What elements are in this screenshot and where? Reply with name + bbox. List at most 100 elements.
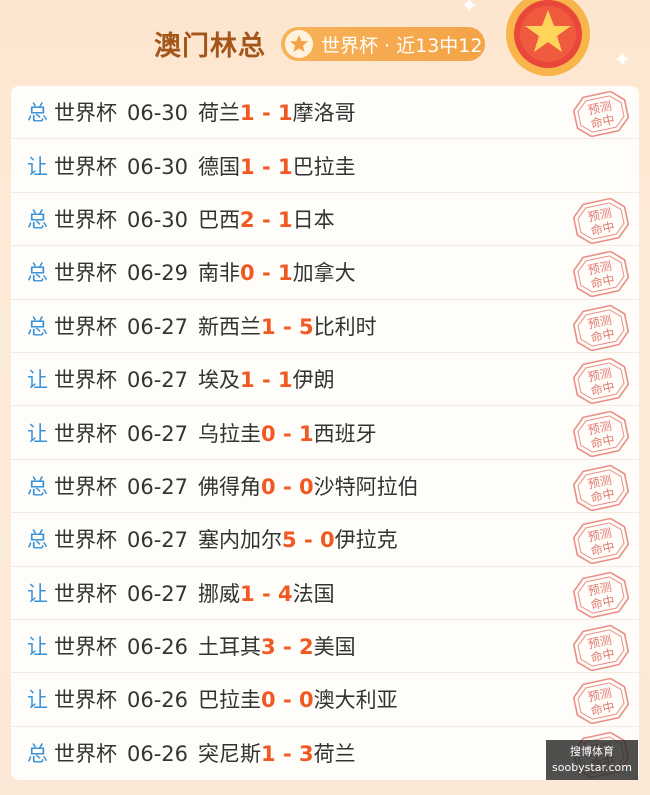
match-info: 世界杯 06-26 突尼斯1 - 3荷兰 [54,738,356,768]
match-info: 世界杯 06-27 埃及1 - 1伊朗 [54,364,335,394]
away-team: 美国 [313,635,356,660]
prediction-hit-stamp: 预测命中 [573,411,629,458]
match-date: 06-27 [127,314,189,339]
bet-type-label: 让 [27,368,48,393]
home-team: 南非 [198,261,241,286]
match-info: 世界杯 06-27 塞内加尔5 - 0伊拉克 [54,524,398,554]
match-date: 06-26 [127,688,189,713]
bet-type-label: 让 [27,581,48,606]
prediction-hit-stamp: 预测命中 [573,251,629,298]
home-team: 埃及 [198,368,241,393]
home-team: 塞内加尔 [198,528,283,553]
match-date: 06-27 [127,528,189,553]
match-score: 1 - 1 [240,368,293,393]
match-info: 世界杯 06-27 佛得角0 - 0沙特阿拉伯 [54,471,419,501]
prediction-hit-stamp: 预测命中 [573,678,629,725]
match-info: 世界杯 06-30 巴西2 - 1日本 [54,204,335,234]
away-team: 法国 [292,581,335,606]
match-date: 06-26 [127,742,189,767]
league-label: 世界杯 [54,314,117,339]
league-label: 世界杯 [54,742,117,767]
match-score: 1 - 1 [240,101,293,126]
match-info: 世界杯 06-30 德国1 - 1巴拉圭 [54,151,356,181]
match-date: 06-30 [127,101,189,126]
match-list: 总世界杯 06-30 荷兰1 - 1摩洛哥 预测 命中让世界杯 06-30 德国1 - 1巴… [11,86,639,780]
match-info: 世界杯 06-29 南非0 - 1加拿大 [54,257,356,287]
away-team: 摩洛哥 [292,101,356,126]
match-date: 06-27 [127,581,189,606]
away-team: 沙特阿拉伯 [313,474,419,499]
prediction-hit-stamp: 预测命中 [573,464,629,511]
league-label: 世界杯 [54,688,117,713]
bet-type-label: 总 [27,314,48,339]
match-score: 1 - 3 [261,742,314,767]
match-row[interactable]: 总世界杯 06-29 南非0 - 1加拿大 预测 命中 [11,246,639,300]
prediction-hit-stamp: 预测命中 [573,624,629,671]
match-info: 世界杯 06-27 乌拉圭0 - 1西班牙 [54,418,377,448]
match-row[interactable]: 总世界杯 06-30 荷兰1 - 1摩洛哥 预测 命中 [11,86,639,140]
bet-type-label: 总 [27,528,48,553]
bet-type-label: 总 [27,207,48,232]
match-score: 1 - 1 [240,154,293,179]
match-row[interactable]: 总世界杯 06-27 新西兰1 - 5比利时 预测 命中 [11,300,639,353]
match-row[interactable]: 让世界杯 06-30 德国1 - 1巴拉圭 [11,139,639,193]
match-score: 3 - 2 [261,635,314,660]
match-row[interactable]: 总世界杯 06-27 佛得角0 - 0沙特阿拉伯 预测 命中 [11,460,639,514]
sparkle-icon: ✦ [613,48,632,73]
match-score: 0 - 1 [240,261,293,286]
prediction-hit-stamp: 预测命中 [573,571,629,618]
page-title: 澳门林总 [154,31,266,62]
sparkle-icon: ✦ [460,0,479,19]
match-row[interactable]: 让世界杯 06-27 乌拉圭0 - 1西班牙 预测 命中 [11,406,639,460]
league-label: 世界杯 [54,474,117,499]
match-score: 1 - 4 [240,581,293,606]
league-label: 世界杯 [54,261,117,286]
prediction-hit-stamp: 预测命中 [573,518,629,565]
away-team: 比利时 [313,314,377,339]
match-date: 06-27 [127,421,189,446]
prediction-hit-stamp: 预测命中 [573,197,629,244]
header: 澳门林总 世界杯 · 近13中12 ✦ ✦ [0,0,650,86]
match-row[interactable]: 总世界杯 06-30 巴西2 - 1日本 预测 命中 [11,193,639,247]
match-row[interactable]: 总世界杯 06-27 塞内加尔5 - 0伊拉克 预测 命中 [11,513,639,567]
home-team: 土耳其 [198,635,262,660]
away-team: 澳大利亚 [313,688,398,713]
star-icon [285,30,313,58]
match-score: 1 - 5 [261,314,314,339]
watermark: 搜博体育 soobystar.com [546,740,638,780]
league-label: 世界杯 [54,207,117,232]
away-team: 西班牙 [313,421,377,446]
prediction-hit-stamp: 预测命中 [573,91,629,137]
match-row[interactable]: 让世界杯 06-27 埃及1 - 1伊朗 预测 命中 [11,353,639,407]
bet-type-label: 总 [27,474,48,499]
match-info: 世界杯 06-27 挪威1 - 4法国 [54,578,335,608]
home-team: 荷兰 [198,101,241,126]
bet-type-label: 总 [27,742,48,767]
bet-type-label: 总 [27,261,48,286]
away-team: 日本 [292,207,335,232]
medal-icon [506,0,590,76]
match-score: 0 - 0 [261,474,314,499]
away-team: 荷兰 [313,742,356,767]
bet-type-label: 让 [27,635,48,660]
league-label: 世界杯 [54,368,117,393]
away-team: 加拿大 [292,261,356,286]
prediction-hit-stamp: 预测命中 [573,304,629,351]
match-row[interactable]: 总世界杯06-26突尼斯1 - 3荷兰预测命中 [11,727,639,780]
match-date: 06-30 [127,154,189,179]
match-info: 世界杯 06-26 土耳其3 - 2美国 [54,631,356,661]
match-date: 06-27 [127,368,189,393]
match-row[interactable]: 让世界杯 06-26 土耳其3 - 2美国 预测 命中 [11,620,639,674]
bet-type-label: 总 [27,101,48,126]
away-team: 伊朗 [292,368,335,393]
home-team: 挪威 [198,581,241,606]
match-row[interactable]: 让世界杯 06-27 挪威1 - 4法国 预测 命中 [11,567,639,620]
match-date: 06-27 [127,474,189,499]
home-team: 佛得角 [198,474,262,499]
record-badge: 世界杯 · 近13中12 [281,27,485,61]
match-date: 06-30 [127,207,189,232]
league-label: 世界杯 [54,154,117,179]
bet-type-label: 让 [27,154,48,179]
match-row[interactable]: 让世界杯 06-26 巴拉圭0 - 0澳大利亚 预测 命中 [11,673,639,727]
home-team: 突尼斯 [198,742,262,767]
